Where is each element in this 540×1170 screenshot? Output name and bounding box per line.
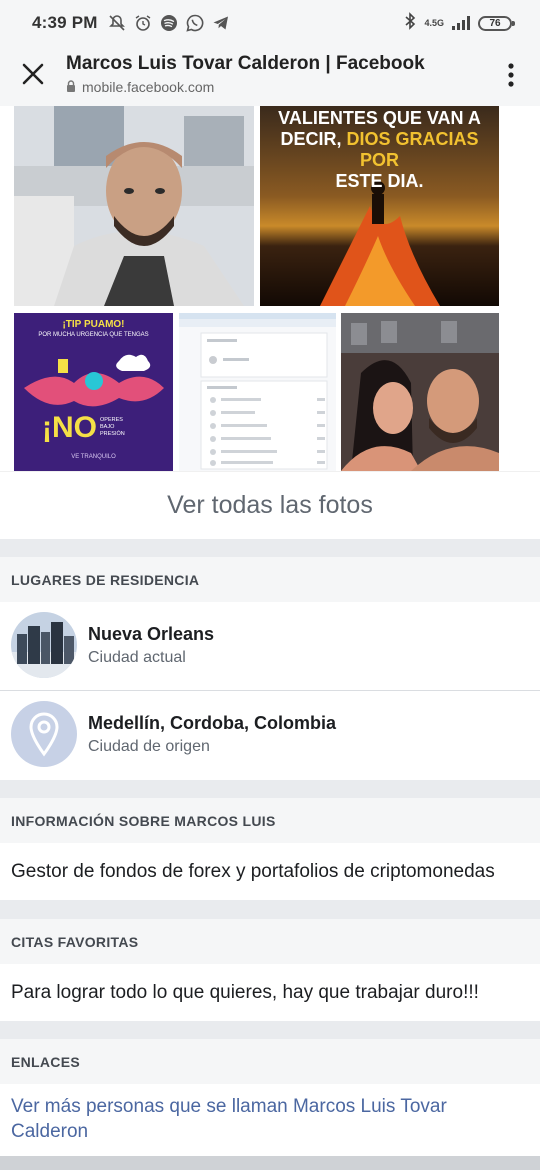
quotes-heading: CITAS FAVORITAS — [0, 919, 540, 964]
tip-side: OPERES BAJO PRESIÓN — [100, 417, 125, 437]
network-type: 4.5G — [424, 17, 444, 28]
location-pin-icon — [11, 701, 77, 767]
tip-no: ¡NO — [42, 411, 97, 444]
close-icon[interactable] — [20, 61, 46, 87]
quote-line-2b: DIOS GRACIAS POR — [346, 129, 479, 170]
quote-photo-bonfire[interactable]: VALIENTES QUE VAN A DECIR, DIOS GRACIAS … — [260, 106, 499, 306]
url-text: mobile.facebook.com — [82, 79, 215, 95]
see-all-photos-link[interactable]: Ver todas las fotos — [0, 471, 540, 539]
lock-icon — [66, 79, 76, 95]
place-type: Ciudad actual — [88, 649, 186, 666]
section-gap — [0, 1021, 540, 1039]
section-gap — [0, 539, 540, 557]
section-gap — [0, 900, 540, 919]
links-heading: ENLACES — [0, 1039, 540, 1084]
residence-heading: LUGARES DE RESIDENCIA — [0, 557, 540, 602]
page-title: Marcos Luis Tovar Calderon | Facebook — [66, 53, 425, 74]
alarm-icon — [134, 14, 152, 32]
notification-icons — [108, 14, 230, 32]
about-heading: INFORMACIÓN SOBRE MARCOS LUIS — [0, 798, 540, 843]
tip-photo-purple[interactable]: ¡TIP PUAMO! POR MUCHA URGENCIA QUE TENGA… — [14, 313, 173, 471]
same-name-people-link[interactable]: Ver más personas que se llaman Marcos Lu… — [0, 1084, 540, 1156]
about-text: Gestor de fondos de forex y portafolios … — [0, 843, 540, 900]
signal-icon — [452, 16, 470, 30]
status-time: 4:39 PM — [32, 13, 98, 32]
status-bar: 4:39 PM 4.5G 76 — [0, 0, 540, 46]
silent-icon — [108, 14, 126, 32]
whatsapp-icon — [186, 14, 204, 32]
section-gap — [0, 780, 540, 798]
more-options-icon[interactable] — [506, 62, 516, 88]
quote-line-1: VALIENTES QUE VAN A — [278, 108, 481, 128]
place-name: Medellín, Cordoba, Colombia — [88, 713, 337, 733]
tip-footer: VE TRANQUILO — [71, 454, 116, 460]
couple-photo[interactable] — [341, 313, 499, 471]
screenshot-photo[interactable] — [179, 313, 336, 471]
photo-grid: VALIENTES QUE VAN A DECIR, DIOS GRACIAS … — [0, 106, 540, 471]
quote-line-2a: DECIR, — [280, 129, 342, 149]
spotify-icon — [160, 14, 178, 32]
tip-subtitle: POR MUCHA URGENCIA QUE TENGAS — [38, 332, 149, 338]
city-thumbnail — [11, 612, 77, 678]
quotes-text: Para lograr todo lo que quieres, hay que… — [0, 964, 540, 1021]
telegram-icon — [212, 14, 230, 32]
profile-photo-selfie[interactable] — [14, 106, 254, 306]
tip-title: ¡TIP PUAMO! — [62, 319, 125, 330]
browser-toolbar: Marcos Luis Tovar Calderon | Facebook mo… — [0, 46, 540, 106]
battery-icon: 76 — [478, 15, 515, 31]
bottom-edge — [0, 1156, 540, 1170]
place-type: Ciudad de origen — [88, 738, 210, 755]
quote-line-3: ESTE DIA. — [335, 171, 424, 191]
place-name: Nueva Orleans — [88, 624, 215, 644]
system-icons: 4.5G 76 — [404, 11, 515, 35]
place-row-current[interactable]: Nueva Orleans Ciudad actual — [0, 602, 540, 691]
url-display[interactable]: mobile.facebook.com — [66, 79, 214, 95]
bluetooth-icon — [404, 11, 416, 35]
place-row-hometown[interactable]: Medellín, Cordoba, Colombia Ciudad de or… — [0, 691, 540, 780]
